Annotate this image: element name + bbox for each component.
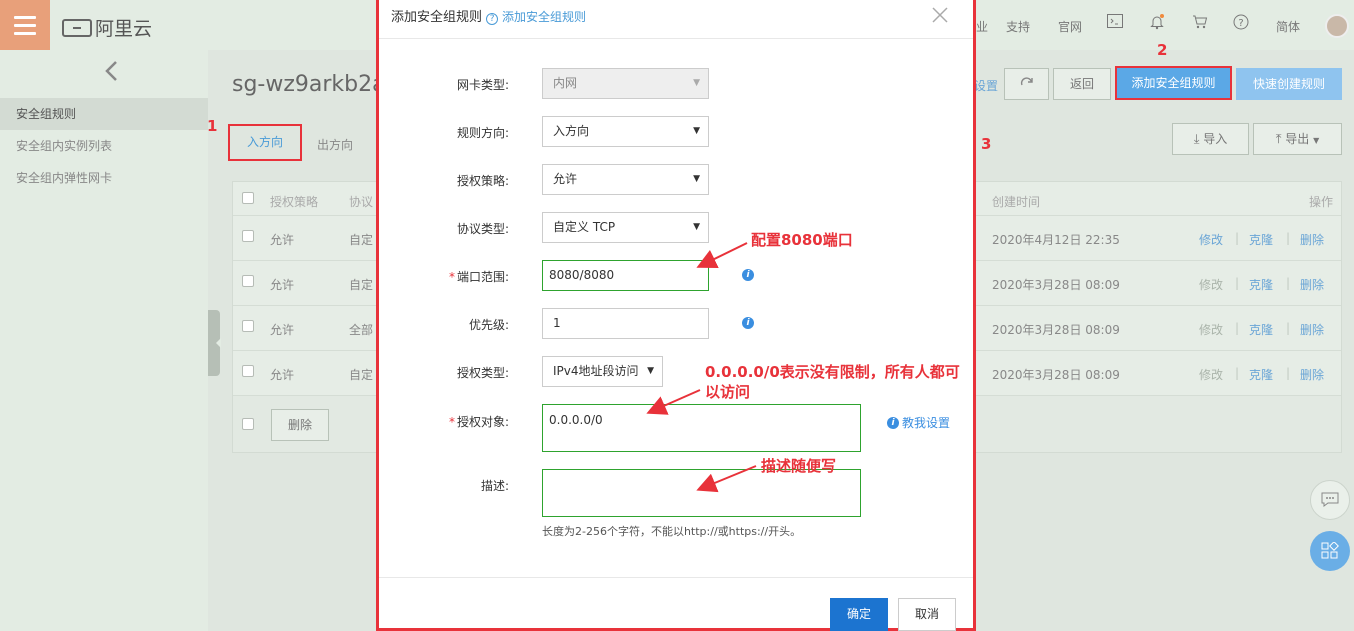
description-arrow	[696, 465, 757, 493]
auth-arrow	[646, 389, 701, 415]
port-arrow	[696, 242, 748, 268]
annotation-arrows	[646, 242, 757, 493]
